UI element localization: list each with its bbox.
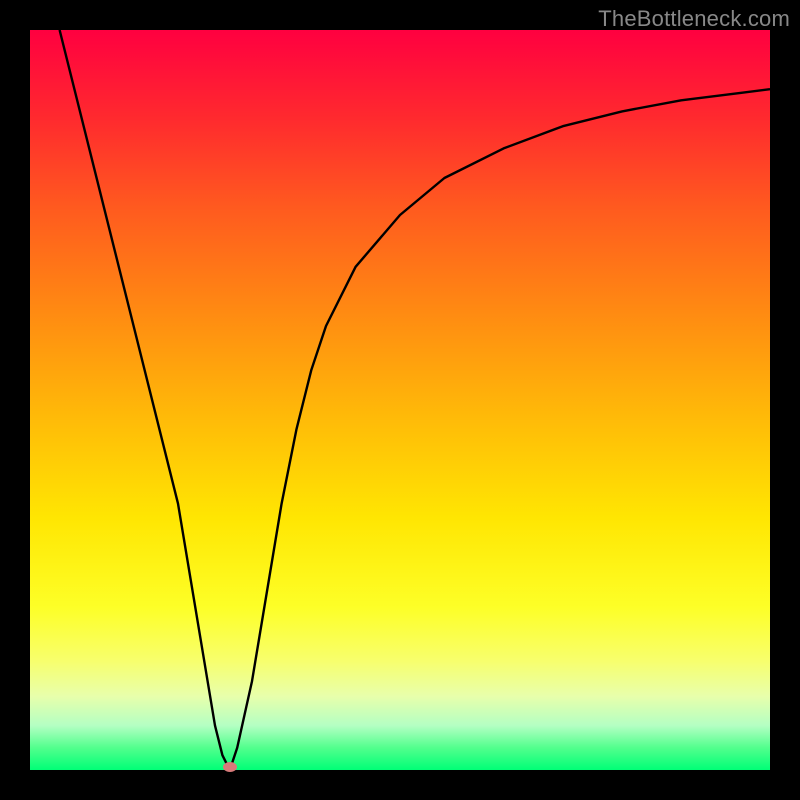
plot-background-gradient xyxy=(30,30,770,770)
chart-frame: TheBottleneck.com xyxy=(0,0,800,800)
watermark-text: TheBottleneck.com xyxy=(598,6,790,32)
minimum-marker xyxy=(223,762,237,772)
